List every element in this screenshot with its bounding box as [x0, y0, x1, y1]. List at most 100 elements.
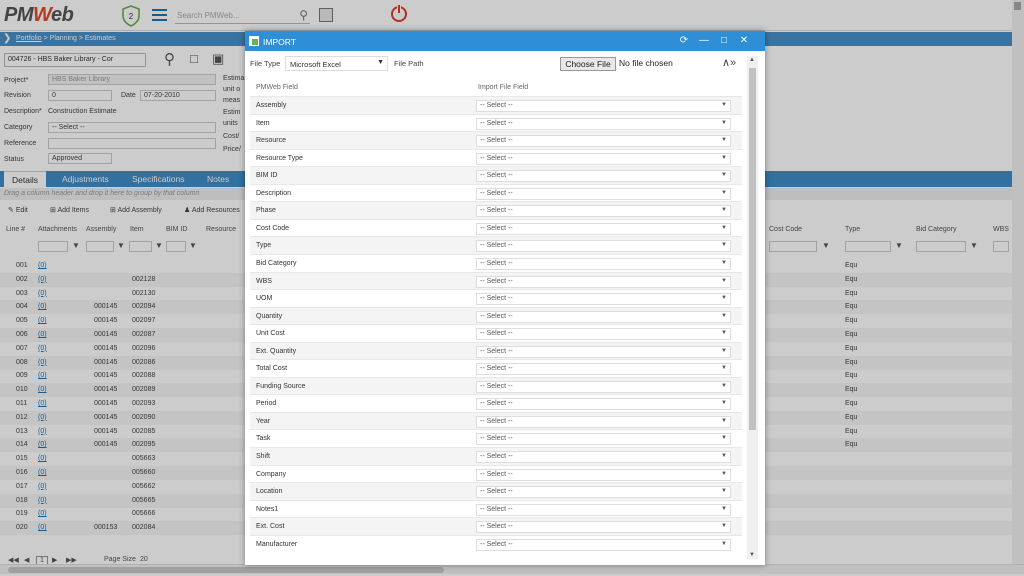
- chevron-down-icon: ▼: [721, 119, 727, 126]
- import-field-select[interactable]: -- Select -- ▼: [476, 152, 731, 165]
- import-field-select[interactable]: -- Select -- ▼: [476, 257, 731, 270]
- import-field-select[interactable]: -- Select -- ▼: [476, 205, 731, 218]
- pmweb-field-label: Company: [256, 470, 286, 478]
- import-field-select[interactable]: -- Select -- ▼: [476, 521, 731, 534]
- select-placeholder: -- Select --: [480, 295, 513, 303]
- import-field-select[interactable]: -- Select -- ▼: [476, 486, 731, 499]
- pmweb-field-label: Description: [256, 189, 292, 197]
- select-placeholder: -- Select --: [480, 224, 513, 232]
- chevron-down-icon: ▼: [377, 59, 384, 66]
- chevron-down-icon: ▼: [721, 154, 727, 161]
- import-field-select[interactable]: -- Select -- ▼: [476, 310, 731, 323]
- import-field-select[interactable]: -- Select -- ▼: [476, 328, 731, 341]
- import-field-select[interactable]: -- Select -- ▼: [476, 345, 731, 358]
- minimize-icon[interactable]: —: [697, 34, 711, 48]
- mapping-row: Total Cost -- Select -- ▼: [250, 359, 742, 377]
- chevron-down-icon: ▼: [721, 207, 727, 214]
- pmweb-field-label: Ext. Cost: [256, 523, 285, 531]
- import-field-select[interactable]: -- Select -- ▼: [476, 380, 731, 393]
- import-field-select[interactable]: -- Select -- ▼: [476, 135, 731, 148]
- select-placeholder: -- Select --: [480, 330, 513, 338]
- chevron-down-icon: ▼: [721, 224, 727, 231]
- chevron-down-icon: ▼: [721, 523, 727, 530]
- close-icon[interactable]: ✕: [737, 34, 751, 48]
- pmweb-field-label: Item: [256, 119, 270, 127]
- choose-file-button[interactable]: Choose File: [560, 57, 616, 71]
- pmweb-field-label: Resource: [256, 137, 286, 145]
- chevron-down-icon: ▼: [721, 347, 727, 354]
- mapping-row: Period -- Select -- ▼: [250, 394, 742, 412]
- import-field-select[interactable]: -- Select -- ▼: [476, 415, 731, 428]
- mapping-row: Bid Category -- Select -- ▼: [250, 253, 742, 272]
- chevron-down-icon: ▼: [721, 137, 727, 144]
- pmweb-field-label: Type: [256, 242, 272, 250]
- chevron-down-icon: ▼: [721, 172, 727, 179]
- import-field-select[interactable]: -- Select -- ▼: [476, 538, 731, 551]
- select-placeholder: -- Select --: [480, 400, 513, 408]
- dialog-scrollbar[interactable]: ▲ ▼: [747, 56, 758, 559]
- select-placeholder: -- Select --: [480, 435, 513, 443]
- import-field-select[interactable]: -- Select -- ▼: [476, 187, 731, 200]
- select-placeholder: -- Select --: [480, 207, 513, 215]
- chevron-down-icon: ▼: [721, 102, 727, 108]
- mapping-row: Resource Type -- Select -- ▼: [250, 148, 742, 167]
- import-field-select[interactable]: -- Select -- ▼: [476, 451, 731, 463]
- pmweb-field-label: Shift: [256, 453, 271, 460]
- pmweb-field-label: Resource Type: [256, 154, 303, 162]
- import-field-select[interactable]: -- Select -- ▼: [476, 275, 731, 288]
- field-mapping-table: PMWeb Field Import File Field Assembly --…: [250, 81, 742, 561]
- import-field-select[interactable]: -- Select -- ▼: [476, 100, 731, 112]
- pmweb-field-label: Notes1: [256, 505, 279, 513]
- select-placeholder: -- Select --: [480, 102, 513, 109]
- scroll-down-icon[interactable]: ▼: [749, 552, 755, 558]
- mapping-row: Ext. Cost -- Select -- ▼: [250, 517, 742, 535]
- chevron-down-icon: ▼: [721, 505, 727, 512]
- collapse-chevrons-icon[interactable]: ∧»: [722, 56, 736, 69]
- import-field-select[interactable]: -- Select -- ▼: [476, 468, 731, 481]
- select-placeholder: -- Select --: [480, 119, 513, 127]
- refresh-icon[interactable]: ⟳: [677, 34, 691, 48]
- import-field-select[interactable]: -- Select -- ▼: [476, 293, 731, 306]
- import-field-select[interactable]: -- Select -- ▼: [476, 398, 731, 411]
- mapping-row: Funding Source -- Select -- ▼: [250, 376, 742, 395]
- scroll-thumb[interactable]: [749, 68, 756, 430]
- maximize-icon[interactable]: □: [717, 34, 731, 48]
- import-field-select[interactable]: -- Select -- ▼: [476, 433, 731, 446]
- import-field-select[interactable]: -- Select -- ▼: [476, 117, 731, 130]
- pmweb-field-label: Bid Category: [256, 259, 297, 267]
- mapping-row: Ext. Quantity -- Select -- ▼: [250, 341, 742, 360]
- select-placeholder: -- Select --: [480, 540, 513, 548]
- pmweb-field-label: Unit Cost: [256, 330, 285, 338]
- import-field-select[interactable]: -- Select -- ▼: [476, 170, 731, 183]
- select-placeholder: -- Select --: [480, 172, 513, 180]
- mapping-row: Shift -- Select -- ▼: [250, 447, 742, 465]
- mapping-row: Item -- Select -- ▼: [250, 113, 742, 132]
- import-field-select[interactable]: -- Select -- ▼: [476, 240, 731, 253]
- import-field-select[interactable]: -- Select -- ▼: [476, 363, 731, 376]
- import-field-select[interactable]: -- Select -- ▼: [476, 503, 731, 516]
- select-placeholder: -- Select --: [480, 259, 513, 267]
- chevron-down-icon: ▼: [721, 259, 727, 266]
- pmweb-field-label: Funding Source: [256, 382, 306, 390]
- pmweb-field-label: Year: [256, 417, 271, 425]
- pmweb-field-label: Period: [256, 400, 277, 408]
- select-placeholder: -- Select --: [480, 277, 513, 285]
- pmweb-field-label: Total Cost: [256, 365, 288, 373]
- chevron-down-icon: ▼: [721, 312, 727, 319]
- chevron-down-icon: ▼: [721, 277, 727, 284]
- select-placeholder: -- Select --: [480, 470, 513, 478]
- select-placeholder: -- Select --: [480, 505, 513, 513]
- import-dialog: IMPORT ⟳ — □ ✕ File Type Microsoft Excel…: [245, 31, 765, 565]
- chevron-down-icon: ▼: [721, 242, 727, 249]
- select-placeholder: -- Select --: [480, 312, 513, 320]
- mapping-row: Notes1 -- Select -- ▼: [250, 499, 742, 518]
- mapping-row: Location -- Select -- ▼: [250, 482, 742, 500]
- select-placeholder: -- Select --: [480, 365, 513, 373]
- select-placeholder: -- Select --: [480, 137, 513, 145]
- chevron-down-icon: ▼: [721, 417, 727, 424]
- file-type-select[interactable]: Microsoft Excel ▼: [285, 56, 388, 71]
- select-placeholder: -- Select --: [480, 242, 513, 250]
- pmweb-field-label: WBS: [256, 277, 272, 285]
- import-field-select[interactable]: -- Select -- ▼: [476, 222, 731, 235]
- scroll-up-icon[interactable]: ▲: [749, 57, 755, 63]
